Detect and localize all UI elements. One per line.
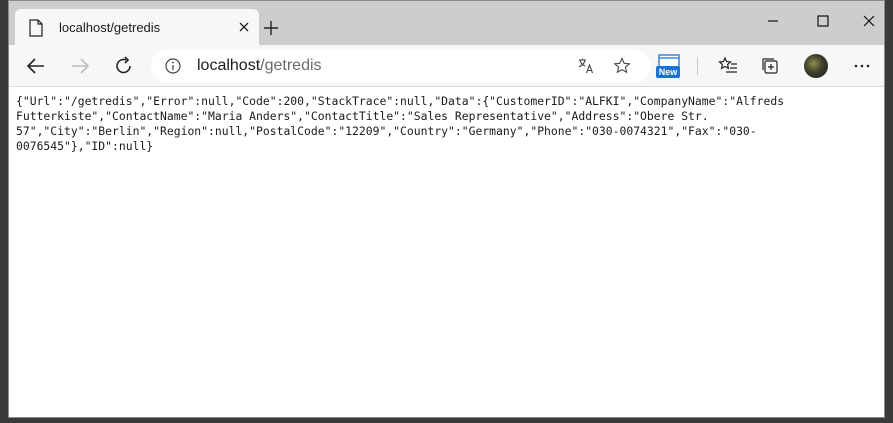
minimize-icon[interactable] <box>763 11 783 31</box>
browser-window: localhost/getredis localhost/getredis Ne… <box>8 0 885 418</box>
toolbar: localhost/getredis New <box>9 45 884 87</box>
close-window-icon[interactable] <box>859 11 879 31</box>
extension-new-icon[interactable]: New <box>656 54 681 80</box>
json-line: 0076545"},"ID":null} <box>16 139 154 153</box>
new-tab-icon[interactable] <box>261 18 281 38</box>
url-path: /getredis <box>260 57 322 74</box>
json-response: {"Url":"/getredis","Error":null,"Code":2… <box>16 94 806 154</box>
favorites-icon[interactable] <box>717 55 739 77</box>
page-icon <box>28 19 44 37</box>
tab-getredis[interactable]: localhost/getredis <box>15 9 259 45</box>
json-line: 57","City":"Berlin","Region":null,"Posta… <box>16 124 757 138</box>
collections-icon[interactable] <box>759 55 781 77</box>
maximize-icon[interactable] <box>813 11 833 31</box>
back-arrow-icon[interactable] <box>25 55 47 77</box>
address-bar[interactable]: localhost/getredis <box>151 50 651 82</box>
add-favorite-star-icon[interactable] <box>613 57 631 75</box>
tab-title: localhost/getredis <box>59 20 161 35</box>
url-text[interactable]: localhost/getredis <box>197 57 322 75</box>
translate-icon[interactable] <box>577 57 595 75</box>
json-line: {"Url":"/getredis","Error":null,"Code":2… <box>16 94 785 108</box>
json-line: Futterkiste","ContactName":"Maria Anders… <box>16 109 709 123</box>
new-badge: New <box>656 66 680 78</box>
page-content: {"Url":"/getredis","Error":null,"Code":2… <box>9 87 884 417</box>
url-host: localhost <box>197 57 261 74</box>
refresh-icon[interactable] <box>113 55 135 77</box>
tab-strip: localhost/getredis <box>9 1 884 45</box>
toolbar-divider <box>697 57 698 75</box>
more-options-icon[interactable] <box>851 55 873 77</box>
forward-arrow-icon[interactable] <box>69 55 91 77</box>
profile-avatar[interactable] <box>804 54 828 78</box>
site-info-icon[interactable] <box>165 58 181 74</box>
close-tab-icon[interactable] <box>237 20 251 34</box>
